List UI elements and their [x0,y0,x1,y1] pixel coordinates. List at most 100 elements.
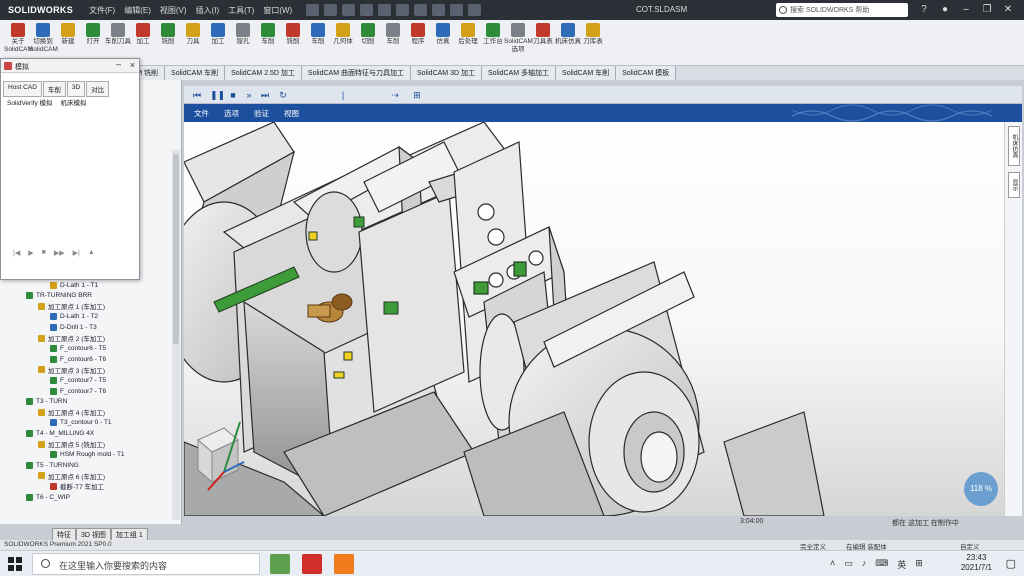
tree-item[interactable]: F_contour7 - T6 [50,386,106,396]
menu-view[interactable]: 视图(V) [160,5,187,16]
taskbar-search-input[interactable]: 在这里输入你要搜索的内容 [32,553,260,575]
ribbon-button-9[interactable]: 镗孔 [229,22,257,46]
command-tab-5[interactable]: SolidCAM 曲面特征与刀具加工 [301,66,411,80]
tree-item[interactable]: F_contour6 - T6 [50,354,106,364]
tab-display[interactable]: 显示 [1008,172,1020,198]
tab-machine-sim[interactable]: 机床模拟 [57,96,91,108]
dialog-title-bar[interactable]: 模拟 – × [1,59,139,73]
notification-icon[interactable]: ▢ [1006,557,1016,570]
skip-end-icon[interactable]: ⏭ [260,90,270,100]
step-icon[interactable]: ⇢ [390,90,400,100]
rebuild-icon[interactable] [450,4,464,16]
ribbon-button-20[interactable]: SolidCAM选项 [504,22,533,54]
tree-item[interactable]: T3_contour 0 - T1 [50,418,112,428]
command-tab-6[interactable]: SolidCAM 3D 加工 [411,66,482,80]
tree-item[interactable]: T3 - TURN [26,397,67,407]
play-icon[interactable]: ▶ [28,249,33,257]
volume-icon[interactable]: ♪ [862,558,867,571]
ime-indicator[interactable]: 英 [897,558,906,571]
system-clock[interactable]: 23:43 2021/7/1 [961,553,992,573]
skip-end-icon[interactable]: ▶| [73,249,80,257]
tree-scrollbar[interactable] [172,150,180,520]
3d-viewport[interactable]: 118 % [184,122,1004,516]
keyboard-icon[interactable]: ⌨ [875,558,888,571]
tree-item[interactable]: T4 - M_MILLING 4X [26,428,94,438]
ribbon-button-4[interactable]: 车削刀具 [104,22,132,46]
tree-item[interactable]: HSM Rough mold - T1 [50,450,125,460]
menu-file[interactable]: 文件 [194,108,209,119]
print-icon[interactable] [378,4,392,16]
menu-insert[interactable]: 插入(I) [196,5,220,16]
ribbon-button-3[interactable]: 打开 [79,22,107,46]
ribbon-button-12[interactable]: 车削 [304,22,332,46]
scrollbar-thumb[interactable] [173,154,179,344]
tab-solidverify[interactable]: SolidVerify 模拟 [3,96,57,108]
tree-item[interactable]: F_contour7 - T5 [50,375,106,385]
speed-slider[interactable]: | [338,90,348,100]
save-icon[interactable] [360,4,374,16]
ribbon-button-10[interactable]: 车削 [254,22,282,46]
eject-icon[interactable]: ▲ [88,249,95,257]
tree-item[interactable]: D-Drill 1 - T3 [50,322,97,332]
windows-start-icon[interactable] [8,557,22,571]
fast-forward-icon[interactable]: ▶▶ [54,249,65,257]
tree-item[interactable]: 加工原点 3 (车加工) [38,365,105,375]
tab-3d[interactable]: 3D [66,81,86,97]
tab-machine-sim[interactable]: 机床仿真 [1008,126,1020,166]
stop-icon[interactable]: ■ [228,90,238,100]
chevron-up-icon[interactable]: ˄ [830,558,835,571]
undo-icon[interactable] [396,4,410,16]
ribbon-button-23[interactable]: 刀库表 [579,22,607,46]
minimize-icon[interactable]: – [960,4,972,16]
ribbon-button-16[interactable]: 程序 [404,22,432,46]
input-method-icon[interactable]: ⊞ [915,558,923,571]
refresh-icon[interactable]: ↻ [278,90,288,100]
ribbon-button-13[interactable]: 几何体 [329,22,357,46]
ribbon-button-17[interactable]: 仿真 [429,22,457,46]
minimize-icon[interactable]: – [116,59,121,69]
menu-tools[interactable]: 工具(T) [228,5,254,16]
solidworks-taskbar-icon[interactable] [302,554,322,574]
home-icon[interactable] [306,4,320,16]
ribbon-button-14[interactable]: 切削 [354,22,382,46]
tree-item[interactable]: TR-TURNING BRR [26,291,92,301]
command-tab-9[interactable]: SolidCAM 模板 [616,66,677,80]
ribbon-button-18[interactable]: 后处理 [454,22,482,46]
ribbon-button-1[interactable]: 切换到SolidCAM [29,22,58,54]
ribbon-button-22[interactable]: 机床仿真 [554,22,582,46]
command-tab-8[interactable]: SolidCAM 车削 [556,66,617,80]
tab-host-cad[interactable]: Host CAD [3,81,42,97]
zoom-badge[interactable]: 118 % [964,472,998,506]
command-tab-4[interactable]: SolidCAM 2.5D 加工 [225,66,302,80]
rewind-icon[interactable]: |◀ [13,249,20,257]
ribbon-button-19[interactable]: 工作台 [479,22,507,46]
tree-item[interactable]: 加工原点 1 (车加工) [38,301,105,311]
tree-item[interactable]: T5 - TURNING [26,460,79,470]
select-icon[interactable] [432,4,446,16]
close-icon[interactable]: ✕ [1002,4,1014,16]
recorder-taskbar-icon[interactable] [334,554,354,574]
ribbon-button-7[interactable]: 刀具 [179,22,207,46]
ribbon-button-2[interactable]: 新建 [54,22,82,46]
ribbon-button-5[interactable]: 加工 [129,22,157,46]
new-file-icon[interactable] [324,4,338,16]
pause-icon[interactable]: ❚❚ [210,90,225,100]
menu-window[interactable]: 窗口(W) [263,5,292,16]
ribbon-button-15[interactable]: 车削 [379,22,407,46]
ribbon-button-8[interactable]: 加工 [204,22,232,46]
command-tab-7[interactable]: SolidCAM 多轴加工 [481,66,557,80]
menu-verify[interactable]: 验证 [254,108,269,119]
tree-item[interactable]: T6 - C_WIP [26,492,70,502]
app-icon-1[interactable] [270,554,290,574]
help-search-input[interactable]: 搜索 SOLIDWORKS 帮助 [776,3,908,17]
menu-options[interactable]: 选项 [224,108,239,119]
restore-icon[interactable]: ❐ [981,4,993,16]
tree-item[interactable]: D-Lath 1 - T2 [50,312,98,322]
tab-turning[interactable]: 车削 [42,81,66,97]
tab-compare[interactable]: 对比 [86,81,110,97]
menu-edit[interactable]: 编辑(E) [124,5,151,16]
user-icon[interactable]: ● [939,4,951,16]
menu-file[interactable]: 文件(F) [89,5,115,16]
tree-item[interactable]: 加工原点 2 (车加工) [38,333,105,343]
command-tab-3[interactable]: SolidCAM 车削 [165,66,226,80]
